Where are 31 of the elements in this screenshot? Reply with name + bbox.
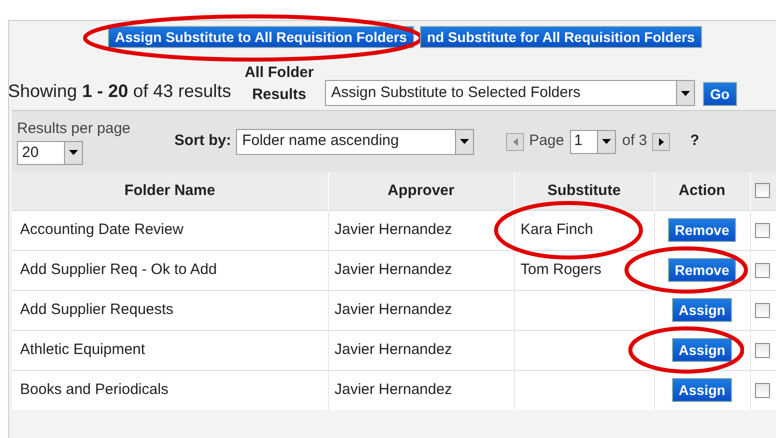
substitute-name: Kara Finch <box>520 220 594 238</box>
results-summary: Showing 1 - 20 of 43 results <box>8 80 232 103</box>
substitute-name: Tom Rogers <box>520 260 602 278</box>
help-link[interactable]: ? <box>690 130 700 153</box>
checkbox[interactable] <box>754 183 770 198</box>
table-cell: Books and Periodicals <box>12 370 328 410</box>
per-page-select[interactable]: 20 <box>17 140 83 165</box>
page-select[interactable]: 1 <box>570 130 616 154</box>
checkbox[interactable] <box>754 302 770 318</box>
page-label: Page <box>529 131 564 152</box>
sort-label: Sort by: <box>174 131 232 152</box>
previous-page-icon[interactable] <box>506 132 524 150</box>
assign-all-button[interactable]: Assign Substitute to All Requisition Folders <box>108 26 414 48</box>
page-count: of 3 <box>622 131 648 152</box>
checkbox[interactable] <box>754 262 770 278</box>
checkbox[interactable] <box>754 382 770 398</box>
row-action-button[interactable]: Assign <box>672 378 732 402</box>
bulk-action-label: All Folder Results <box>244 63 315 105</box>
row-action-button[interactable]: Assign <box>672 338 732 362</box>
checkbox[interactable] <box>754 342 770 358</box>
bulk-action-select[interactable]: Assign Substitute to Selected Folders <box>325 80 696 106</box>
checkbox[interactable] <box>754 222 770 238</box>
table-cell: Javier Hernandez <box>328 370 514 410</box>
row-action-button[interactable]: Assign <box>672 298 732 322</box>
next-page-icon[interactable] <box>652 132 670 150</box>
per-page-label: Results per page <box>17 119 130 140</box>
assign-all-button[interactable]: nd Substitute for All Requisition Folders <box>420 26 702 48</box>
sort-select[interactable]: Folder name ascending <box>236 128 474 154</box>
row-action-button[interactable]: Remove <box>668 258 736 282</box>
row-action-button[interactable]: Remove <box>668 218 736 242</box>
go-button[interactable]: Go <box>703 82 737 106</box>
